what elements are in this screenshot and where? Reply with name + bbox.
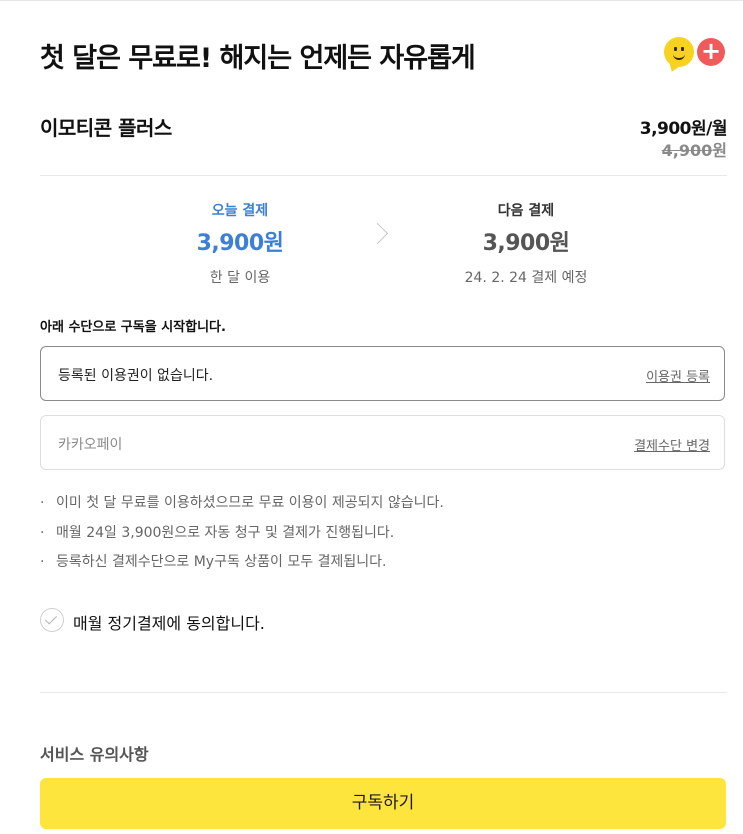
- list-item: · 매월 24일 3,900원으로 자동 청구 및 결제가 진행됩니다.: [40, 524, 395, 541]
- product-price: 3,900원/월: [639, 119, 728, 139]
- register-voucher-link[interactable]: 이용권 등록: [646, 366, 710, 385]
- today-payment-note: 한 달 이용: [209, 270, 271, 286]
- notice-text: 매월 24일 3,900원으로 자동 청구 및 결제가 진행됩니다.: [56, 524, 395, 541]
- voucher-status: 등록된 이용권이 없습니다.: [58, 368, 214, 384]
- notice-text: 이미 첫 달 무료를 이용하셨으므로 무료 이용이 제공되지 않습니다.: [56, 495, 444, 511]
- next-payment-note: 24. 2. 24 결제 예정: [464, 270, 588, 286]
- plus-icon: +: [697, 38, 725, 66]
- agreement-label[interactable]: 매월 정기결제에 동의합니다.: [73, 610, 265, 634]
- payment-method-value: 카카오페이: [58, 437, 123, 453]
- page-title: 첫 달은 무료로! 해지는 언제든 자유롭게: [40, 43, 476, 74]
- chevron-right-icon: [366, 222, 389, 245]
- next-payment: 다음 결제 3,900원 24. 2. 24 결제 예정: [426, 200, 626, 287]
- notice-list: · 이미 첫 달 무료를 이용하셨으므로 무료 이용이 제공되지 않습니다. · 매…: [40, 492, 444, 581]
- original-price-value: 4,900: [661, 141, 713, 160]
- payment-method-field: 카카오페이 결제수단 변경: [40, 415, 725, 470]
- emoticon-plus-emblem: +: [662, 36, 728, 72]
- today-payment-amount: 3,900원: [196, 231, 284, 256]
- voucher-field: 등록된 이용권이 없습니다. 이용권 등록: [40, 346, 725, 401]
- original-price-unit: 원: [712, 141, 727, 160]
- list-item: · 등록하신 결제수단으로 My구독 상품이 모두 결제됩니다.: [40, 554, 387, 570]
- divider: [40, 692, 727, 693]
- payment-method-title: 아래 수단으로 구독을 시작합니다.: [40, 320, 226, 335]
- today-payment-label: 오늘 결제: [211, 203, 269, 219]
- original-price: 4,900원: [662, 137, 727, 161]
- list-item: · 이미 첫 달 무료를 이용하셨으므로 무료 이용이 제공되지 않습니다.: [40, 495, 444, 511]
- next-payment-label: 다음 결제: [497, 203, 555, 219]
- check-circle-icon[interactable]: [40, 608, 64, 632]
- product-name: 이모티콘 플러스: [40, 116, 172, 140]
- divider: [40, 175, 727, 176]
- change-payment-method-link[interactable]: 결제수단 변경: [634, 435, 710, 454]
- today-payment: 오늘 결제 3,900원 한 달 이용: [140, 200, 340, 287]
- next-payment-amount: 3,900원: [482, 231, 570, 256]
- service-notice-title: 서비스 유의사항: [40, 745, 149, 764]
- subscribe-button[interactable]: 구독하기: [40, 778, 726, 829]
- notice-text: 등록하신 결제수단으로 My구독 상품이 모두 결제됩니다.: [56, 554, 387, 570]
- emoticon-smile-icon: [664, 37, 694, 67]
- top-border: [0, 0, 743, 1]
